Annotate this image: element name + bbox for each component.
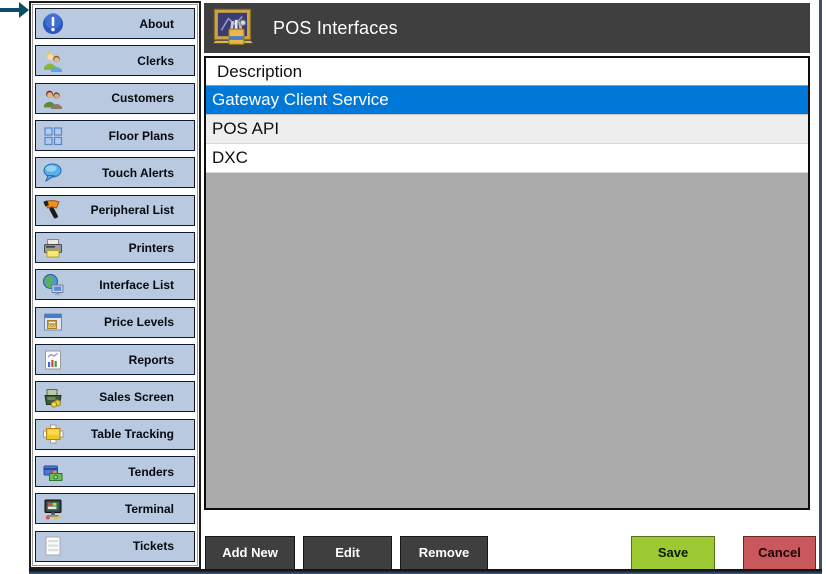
sidebar-item-label: Interface List [99, 277, 174, 292]
clerks-icon [40, 48, 66, 74]
sidebar-item-tenders[interactable]: Tenders [35, 456, 195, 488]
window-frame-right [819, 0, 822, 573]
list-row[interactable]: DXC [206, 144, 808, 173]
sidebar-item-sales-screen[interactable]: Sales Screen [35, 381, 195, 413]
sidebar-item-reports[interactable]: Reports [35, 344, 195, 376]
sidebar-item-about[interactable]: About [35, 8, 195, 39]
sales-screen-icon [40, 384, 66, 410]
sidebar-item-label: Floor Plans [108, 128, 174, 143]
sidebar-item-label: Tenders [128, 464, 174, 479]
sidebar-nav: About Clerks Customers Floor Plans Touch Ale… [29, 1, 201, 569]
sidebar-item-peripheral-list[interactable]: Peripheral List [35, 194, 195, 226]
sidebar-item-table-tracking[interactable]: Table Tracking [35, 418, 195, 450]
list-row[interactable]: POS API [206, 115, 808, 144]
sidebar-item-terminal[interactable]: Terminal [35, 493, 195, 525]
sidebar-item-label: Tickets [132, 539, 174, 554]
list-empty-area [206, 173, 808, 508]
customers-icon [40, 85, 66, 111]
interface-list-table[interactable]: Description Gateway Client Service POS AP… [204, 56, 810, 510]
table-tracking-icon [40, 421, 66, 447]
sidebar-item-label: Reports [128, 352, 174, 367]
page-title: POS Interfaces [273, 17, 398, 38]
interface-list-icon [40, 272, 66, 298]
sidebar-item-label: Clerks [137, 53, 174, 68]
sidebar-item-clerks[interactable]: Clerks [35, 45, 195, 77]
interface-list-rows: Gateway Client Service POS API DXC [206, 86, 808, 173]
sidebar-item-label: Peripheral List [90, 203, 174, 218]
annotation-arrow-icon [0, 2, 29, 18]
sidebar-item-label: Touch Alerts [101, 165, 174, 180]
price-levels-icon [40, 309, 66, 335]
window-frame-bottom [29, 569, 822, 574]
reports-icon [40, 347, 66, 373]
sidebar-item-touch-alerts[interactable]: Touch Alerts [35, 157, 195, 189]
cancel-button[interactable]: Cancel [743, 536, 816, 570]
page-header: POS Interfaces [204, 3, 810, 53]
sidebar-item-tickets[interactable]: Tickets [35, 530, 195, 562]
pos-board-icon [209, 7, 257, 49]
sidebar-item-label: Terminal [124, 501, 174, 516]
sidebar-item-label: Price Levels [103, 315, 174, 330]
sidebar-item-label: Sales Screen [99, 389, 174, 404]
sidebar-item-price-levels[interactable]: Price Levels [35, 306, 195, 338]
terminal-icon [40, 496, 66, 522]
save-button[interactable]: Save [631, 536, 715, 570]
sidebar-item-label: Table Tracking [90, 427, 174, 442]
sidebar-item-floor-plans[interactable]: Floor Plans [35, 120, 195, 152]
add-new-button[interactable]: Add New [205, 536, 295, 570]
pos-config-window: About Clerks Customers Floor Plans Touch Ale… [0, 0, 826, 574]
list-row[interactable]: Gateway Client Service [206, 86, 808, 115]
floor-plans-icon [40, 123, 66, 149]
printers-icon [40, 235, 66, 261]
sidebar-item-label: Customers [111, 91, 174, 106]
tenders-icon [40, 459, 66, 485]
peripheral-list-icon [40, 197, 66, 223]
sidebar-item-printers[interactable]: Printers [35, 232, 195, 264]
remove-button[interactable]: Remove [400, 536, 488, 570]
sidebar-item-customers[interactable]: Customers [35, 82, 195, 114]
touch-alerts-icon [40, 160, 66, 186]
tickets-icon [40, 533, 66, 559]
column-header-description: Description [206, 58, 808, 86]
about-icon [40, 11, 66, 37]
sidebar-item-label: About [139, 16, 174, 31]
edit-button[interactable]: Edit [303, 536, 392, 570]
sidebar-item-label: Printers [128, 240, 174, 255]
sidebar-item-interface-list[interactable]: Interface List [35, 269, 195, 301]
